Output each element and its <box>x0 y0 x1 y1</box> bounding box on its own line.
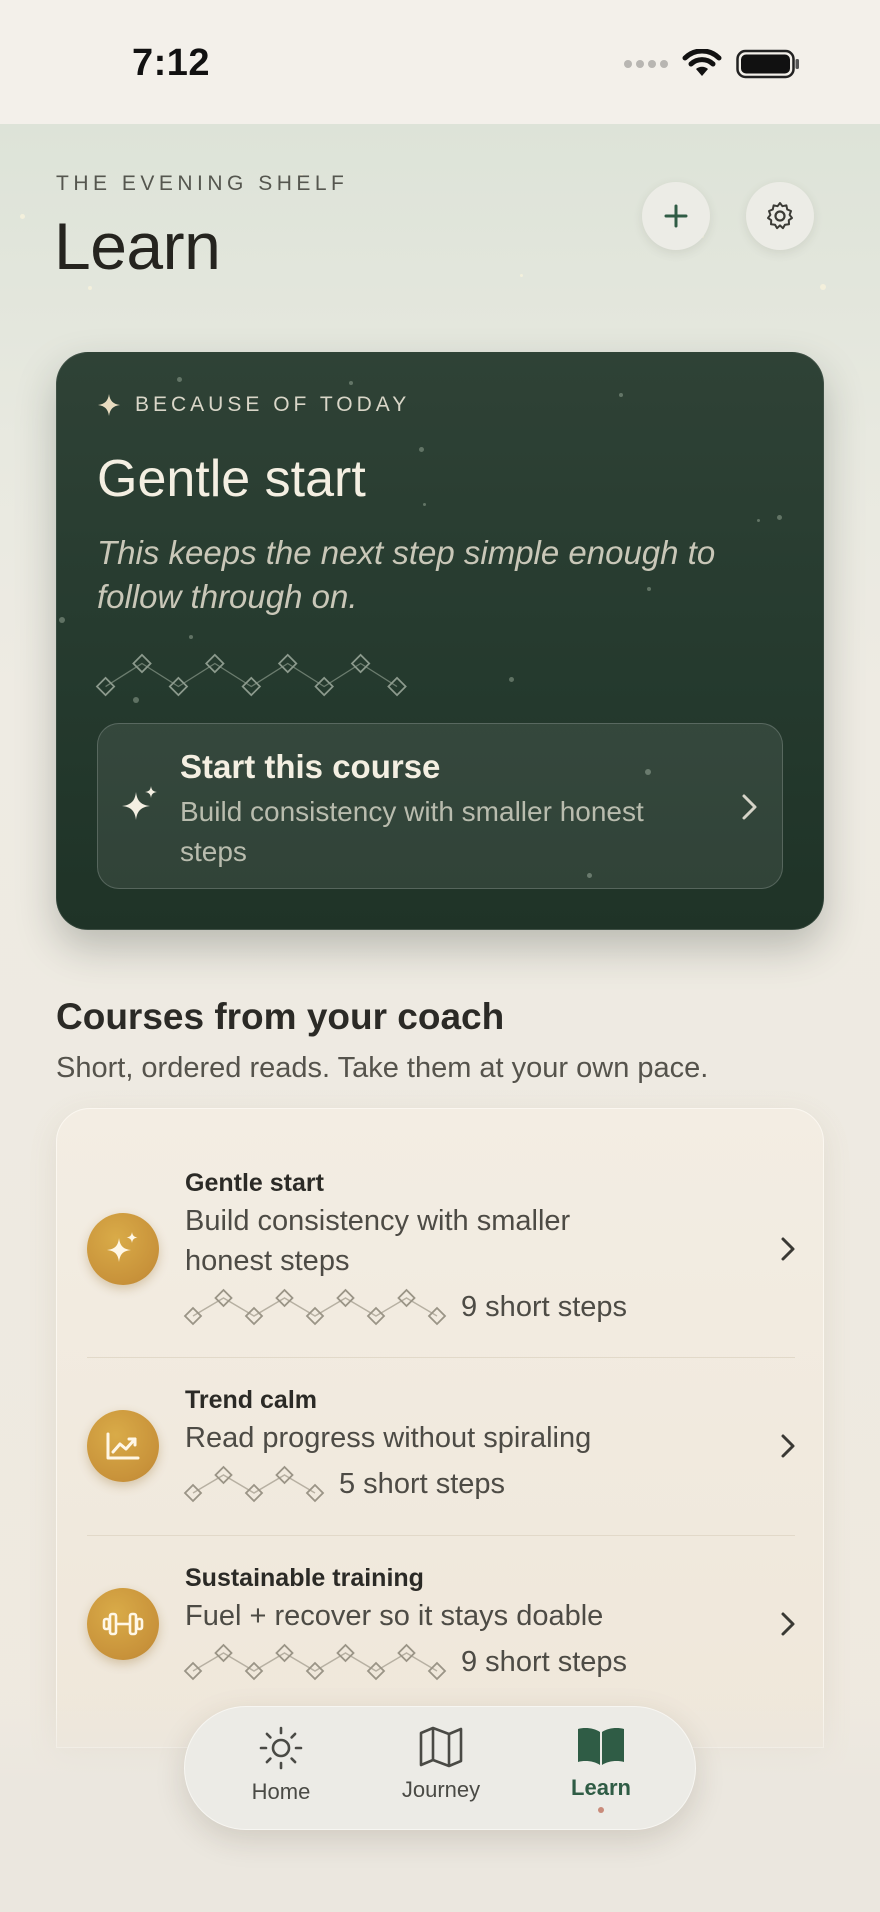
settings-button[interactable] <box>746 182 814 250</box>
step-indicator <box>183 1465 325 1503</box>
course-description: Fuel + recover so it stays doable <box>185 1600 604 1632</box>
chevron-right-icon <box>781 1237 795 1261</box>
cta-title: Start this course <box>180 748 441 785</box>
book-icon <box>578 1728 624 1765</box>
sparkles-icon <box>122 786 157 820</box>
status-bar: 7:12 <box>0 0 880 124</box>
plus-icon <box>664 204 688 228</box>
step-indicator <box>183 1643 447 1681</box>
course-steps: 5 short steps <box>183 1464 505 1504</box>
chevron-right-icon <box>781 1434 795 1458</box>
course-icon <box>87 1213 159 1285</box>
course-name: Sustainable training <box>185 1564 424 1592</box>
trend-chart-icon <box>106 1432 140 1460</box>
course-icon <box>87 1588 159 1660</box>
battery-icon <box>736 49 799 79</box>
sparkles-icon <box>107 1232 138 1262</box>
course-description: Build consistency with smaller honest st… <box>185 1205 571 1277</box>
status-time: 7:12 <box>132 42 211 84</box>
chevron-right-icon <box>781 1612 795 1636</box>
chevron-right-icon <box>742 794 757 820</box>
course-name: Trend calm <box>185 1386 317 1414</box>
course-steps: 9 short steps <box>183 1287 627 1327</box>
tab-home[interactable]: Home <box>211 1725 351 1815</box>
diamond-sparkle-icon <box>98 394 120 416</box>
course-steps-label: 9 short steps <box>461 1290 628 1323</box>
tab-journey[interactable]: Journey <box>371 1725 511 1815</box>
course-steps-label: 9 short steps <box>461 1645 628 1678</box>
course-steps-label: 5 short steps <box>339 1467 506 1500</box>
step-indicator <box>183 1288 447 1326</box>
hero-title: Gentle start <box>97 450 366 508</box>
cellular-signal-icon <box>624 60 668 68</box>
hero-step-indicator <box>95 653 407 697</box>
add-button[interactable] <box>642 182 710 250</box>
course-icon <box>87 1410 159 1482</box>
app-eyebrow: THE EVENING SHELF <box>56 172 349 195</box>
course-description: Read progress without spiraling <box>185 1422 592 1454</box>
hero-eyebrow: BECAUSE OF TODAY <box>97 393 410 417</box>
tab-label: Learn <box>571 1775 631 1800</box>
courses-section-title: Courses from your coach <box>56 996 505 1037</box>
start-course-button[interactable]: Start this course Build consistency with… <box>97 723 783 889</box>
map-icon <box>419 1726 463 1768</box>
tab-bar: Home Journey Learn <box>184 1706 696 1830</box>
tab-learn[interactable]: Learn <box>531 1725 671 1815</box>
course-name: Gentle start <box>185 1169 324 1197</box>
active-tab-indicator <box>598 1807 604 1813</box>
course-row-trend-calm[interactable]: Trend calm Read progress without spirali… <box>57 1358 823 1536</box>
courses-list: Gentle start Build consistency with smal… <box>56 1108 824 1748</box>
hero-body: This keeps the next step simple enough t… <box>97 534 716 615</box>
gear-icon <box>767 202 793 230</box>
sun-icon <box>259 1726 303 1770</box>
cta-subtitle: Build consistency with smaller honest st… <box>180 796 644 867</box>
page-title: Learn <box>54 209 221 283</box>
tab-label: Journey <box>401 1777 481 1802</box>
hero-eyebrow-label: BECAUSE OF TODAY <box>135 393 411 416</box>
tab-label: Home <box>251 1779 311 1804</box>
course-steps: 9 short steps <box>183 1642 627 1682</box>
dumbbell-icon <box>102 1612 144 1636</box>
courses-section-subtitle: Short, ordered reads. Take them at your … <box>56 1052 709 1084</box>
status-icons <box>624 46 800 82</box>
course-row-gentle-start[interactable]: Gentle start Build consistency with smal… <box>57 1109 823 1357</box>
wifi-icon <box>682 49 722 76</box>
featured-course-card: BECAUSE OF TODAY Gentle start This keeps… <box>56 352 824 930</box>
